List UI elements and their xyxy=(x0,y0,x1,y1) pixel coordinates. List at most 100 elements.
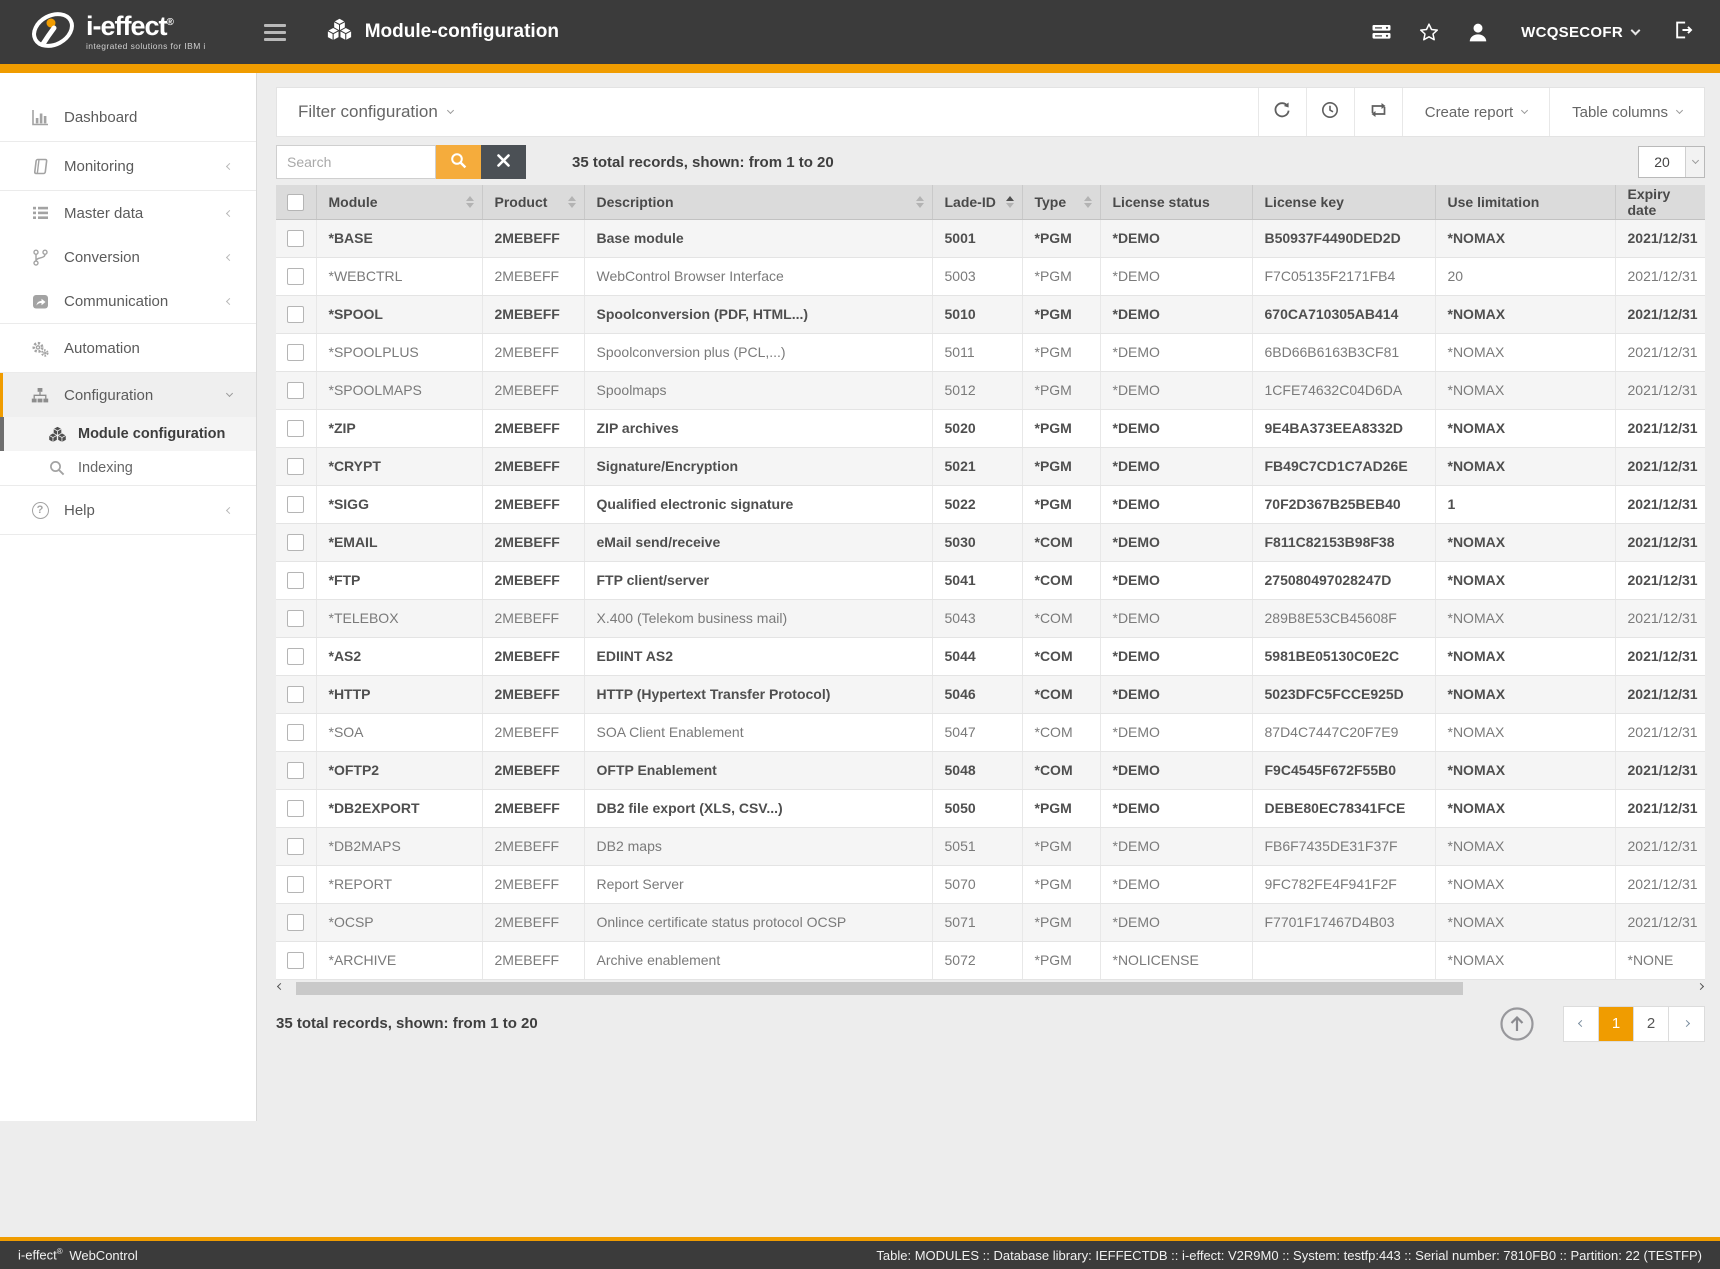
row-checkbox[interactable] xyxy=(287,268,304,285)
cell-description: WebControl Browser Interface xyxy=(584,257,932,295)
sidebar-subitem-module-configuration[interactable]: Module configuration xyxy=(0,417,256,451)
column-header-lade-id[interactable]: Lade-ID xyxy=(932,185,1022,219)
row-checkbox[interactable] xyxy=(287,382,304,399)
row-checkbox[interactable] xyxy=(287,534,304,551)
search-input[interactable] xyxy=(276,145,436,179)
cell-license-status: *DEMO xyxy=(1100,637,1252,675)
sidebar-item-conversion[interactable]: Conversion xyxy=(0,235,256,279)
column-header-description[interactable]: Description xyxy=(584,185,932,219)
table-row[interactable]: *AS22MEBEFFEDIINT AS25044*COM*DEMO5981BE… xyxy=(276,637,1705,675)
sidebar-item-master-data[interactable]: Master data xyxy=(0,191,256,235)
search-button[interactable] xyxy=(436,145,481,179)
table-row[interactable]: *ARCHIVE2MEBEFFArchive enablement5072*PG… xyxy=(276,941,1705,979)
row-checkbox[interactable] xyxy=(287,458,304,475)
user-menu-chevron-icon[interactable] xyxy=(1631,26,1641,36)
clear-search-button[interactable] xyxy=(481,145,526,179)
table-row[interactable]: *ZIP2MEBEFFZIP archives5020*PGM*DEMO9E4B… xyxy=(276,409,1705,447)
horizontal-scrollbar[interactable] xyxy=(276,981,1705,996)
logout-icon[interactable] xyxy=(1673,21,1693,44)
sidebar-item-automation[interactable]: Automation xyxy=(0,324,256,372)
table-row[interactable]: *WEBCTRL2MEBEFFWebControl Browser Interf… xyxy=(276,257,1705,295)
table-row[interactable]: *DB2EXPORT2MEBEFFDB2 file export (XLS, C… xyxy=(276,789,1705,827)
row-checkbox[interactable] xyxy=(287,762,304,779)
row-checkbox[interactable] xyxy=(287,420,304,437)
row-checkbox-cell xyxy=(276,865,316,903)
cell-module: *SPOOL xyxy=(316,295,482,333)
column-header-type[interactable]: Type xyxy=(1022,185,1100,219)
sidebar-item-configuration[interactable]: Configuration xyxy=(0,373,256,417)
sidebar-item-help[interactable]: ? Help xyxy=(0,486,256,534)
row-checkbox[interactable] xyxy=(287,610,304,627)
table-row[interactable]: *TELEBOX2MEBEFFX.400 (Telekom business m… xyxy=(276,599,1705,637)
menu-toggle-icon[interactable] xyxy=(264,24,286,41)
row-checkbox[interactable] xyxy=(287,724,304,741)
table-columns-button[interactable]: Table columns xyxy=(1549,88,1704,136)
scroll-right-icon[interactable] xyxy=(1697,982,1704,989)
table-row[interactable]: *HTTP2MEBEFFHTTP (Hypertext Transfer Pro… xyxy=(276,675,1705,713)
row-checkbox[interactable] xyxy=(287,572,304,589)
history-button[interactable] xyxy=(1306,88,1354,136)
sidebar-subitem-indexing[interactable]: Indexing xyxy=(0,451,256,485)
cell-use-limitation: *NOMAX xyxy=(1435,447,1615,485)
table-row[interactable]: *SOA2MEBEFFSOA Client Enablement5047*COM… xyxy=(276,713,1705,751)
cell-lade-id: 5030 xyxy=(932,523,1022,561)
table-row[interactable]: *BASE2MEBEFFBase module5001*PGM*DEMOB509… xyxy=(276,219,1705,257)
cell-description: X.400 (Telekom business mail) xyxy=(584,599,932,637)
scroll-to-top-button[interactable] xyxy=(1499,1006,1535,1042)
table-row[interactable]: *DB2MAPS2MEBEFFDB2 maps5051*PGM*DEMOFB6F… xyxy=(276,827,1705,865)
scroll-left-icon[interactable] xyxy=(277,982,284,989)
row-checkbox[interactable] xyxy=(287,686,304,703)
cell-license-key: FB49C7CD1C7AD26E xyxy=(1252,447,1435,485)
cell-type: *PGM xyxy=(1022,827,1100,865)
cell-product: 2MEBEFF xyxy=(482,333,584,371)
row-checkbox[interactable] xyxy=(287,344,304,361)
row-checkbox[interactable] xyxy=(287,648,304,665)
sidebar-item-monitoring[interactable]: Monitoring xyxy=(0,142,256,190)
pagination-page-1[interactable]: 1 xyxy=(1599,1007,1634,1041)
page-size-select[interactable]: 20 xyxy=(1638,146,1705,178)
column-header-license-key[interactable]: License key xyxy=(1252,185,1435,219)
row-checkbox[interactable] xyxy=(287,952,304,969)
row-checkbox[interactable] xyxy=(287,876,304,893)
column-header-product[interactable]: Product xyxy=(482,185,584,219)
scrollbar-thumb[interactable] xyxy=(296,982,1463,995)
row-checkbox[interactable] xyxy=(287,838,304,855)
select-all-checkbox[interactable] xyxy=(287,194,304,211)
column-header-module[interactable]: Module xyxy=(316,185,482,219)
server-icon[interactable] xyxy=(1358,15,1405,49)
table-row[interactable]: *SPOOLPLUS2MEBEFFSpoolconversion plus (P… xyxy=(276,333,1705,371)
table-row[interactable]: *REPORT2MEBEFFReport Server5070*PGM*DEMO… xyxy=(276,865,1705,903)
row-checkbox[interactable] xyxy=(287,496,304,513)
pagination-next-button[interactable] xyxy=(1669,1007,1704,1041)
table-row[interactable]: *CRYPT2MEBEFFSignature/Encryption5021*PG… xyxy=(276,447,1705,485)
table-row[interactable]: *SPOOL2MEBEFFSpoolconversion (PDF, HTML.… xyxy=(276,295,1705,333)
refresh-button[interactable] xyxy=(1258,88,1306,136)
repeat-button[interactable] xyxy=(1354,88,1402,136)
sidebar-item-communication[interactable]: Communication xyxy=(0,279,256,323)
row-checkbox[interactable] xyxy=(287,230,304,247)
table-row[interactable]: *FTP2MEBEFFFTP client/server5041*COM*DEM… xyxy=(276,561,1705,599)
table-row[interactable]: *EMAIL2MEBEFFeMail send/receive5030*COM*… xyxy=(276,523,1705,561)
create-report-button[interactable]: Create report xyxy=(1402,88,1549,136)
row-checkbox[interactable] xyxy=(287,800,304,817)
cell-license-status: *DEMO xyxy=(1100,485,1252,523)
filter-configuration-toggle[interactable]: Filter configuration xyxy=(277,102,453,122)
column-header-license-status[interactable]: License status xyxy=(1100,185,1252,219)
pagination-prev-button[interactable] xyxy=(1564,1007,1599,1041)
row-checkbox[interactable] xyxy=(287,306,304,323)
column-header-use-limitation[interactable]: Use limitation xyxy=(1435,185,1615,219)
table-row[interactable]: *SIGG2MEBEFFQualified electronic signatu… xyxy=(276,485,1705,523)
user-avatar-icon[interactable] xyxy=(1453,14,1503,50)
table-row[interactable]: *SPOOLMAPS2MEBEFFSpoolmaps5012*PGM*DEMO1… xyxy=(276,371,1705,409)
sidebar-item-dashboard[interactable]: Dashboard xyxy=(0,93,256,141)
column-header-expiry-date[interactable]: Expiry date xyxy=(1615,185,1705,219)
row-checkbox[interactable] xyxy=(287,914,304,931)
cell-expiry-date: 2021/12/31 xyxy=(1615,295,1705,333)
pagination-page-2[interactable]: 2 xyxy=(1634,1007,1669,1041)
table-row[interactable]: *OFTP22MEBEFFOFTP Enablement5048*COM*DEM… xyxy=(276,751,1705,789)
cell-lade-id: 5011 xyxy=(932,333,1022,371)
select-arrow xyxy=(1685,147,1704,177)
table-row[interactable]: *OCSP2MEBEFFOnlince certificate status p… xyxy=(276,903,1705,941)
favorites-star-icon[interactable] xyxy=(1405,15,1453,50)
username[interactable]: WCQSECOFR xyxy=(1521,24,1623,41)
